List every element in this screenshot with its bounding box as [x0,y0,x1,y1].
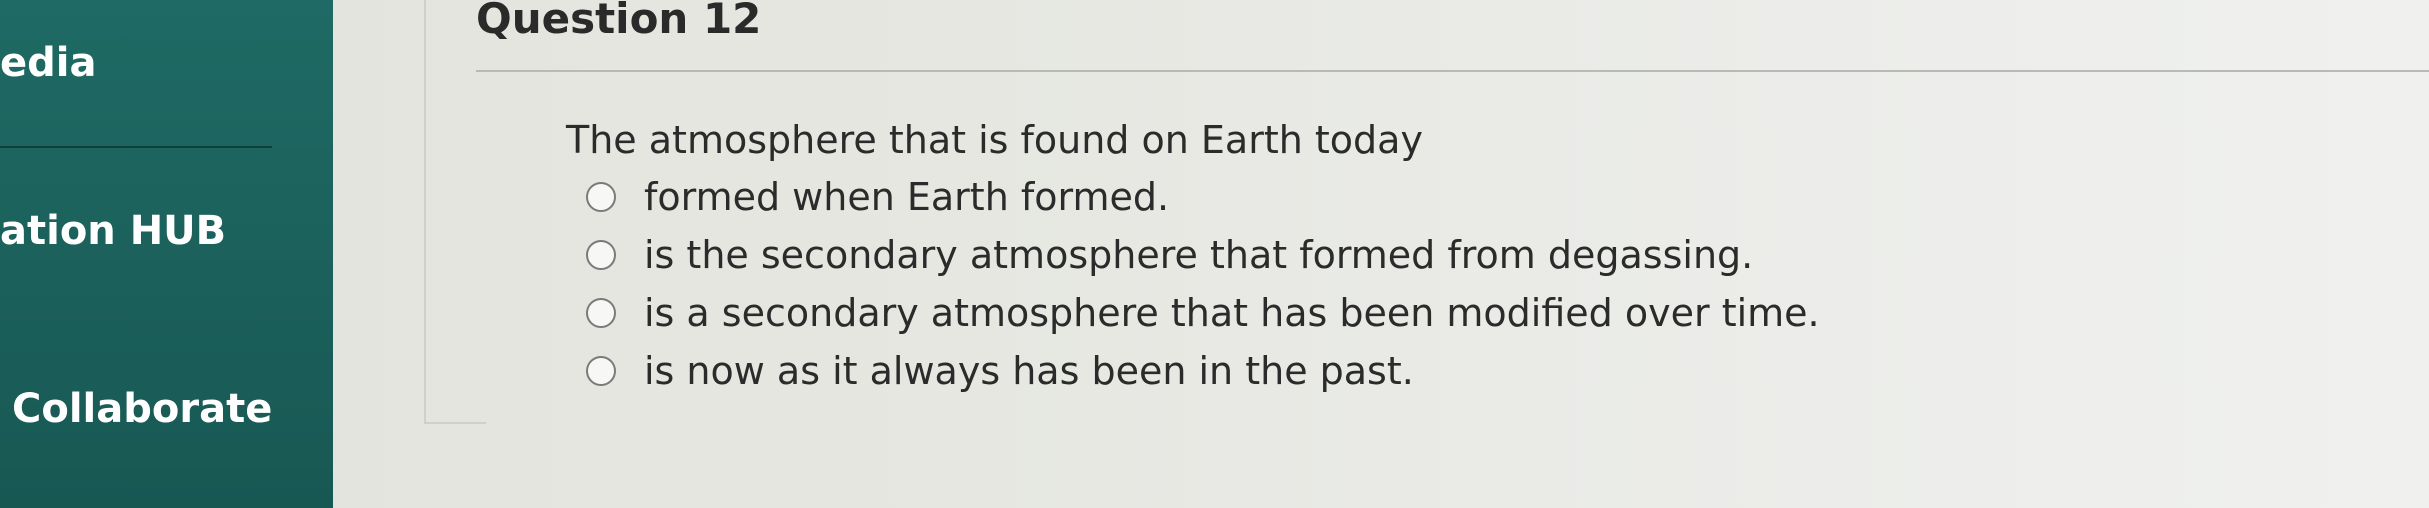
sidebar-nav: edia ation HUB Collaborate [0,0,333,508]
radio-button-icon[interactable] [586,182,616,212]
answer-option-label: is now as it always has been in the past… [644,349,1414,393]
question-header: Question 12 [476,0,2429,72]
radio-button-icon[interactable] [586,240,616,270]
answer-option-2[interactable]: is the secondary atmosphere that formed … [586,226,1820,284]
answer-option-1[interactable]: formed when Earth formed. [586,168,1820,226]
sidebar-item-collaborate[interactable]: Collaborate [12,386,272,432]
answer-option-label: is a secondary atmosphere that has been … [644,291,1820,335]
question-title: Question 12 [476,0,762,43]
answer-option-label: formed when Earth formed. [644,175,1170,219]
sidebar-item-information-hub[interactable]: ation HUB [0,208,226,254]
answer-option-3[interactable]: is a secondary atmosphere that has been … [586,284,1820,342]
answer-option-label: is the secondary atmosphere that formed … [644,233,1754,277]
answer-option-4[interactable]: is now as it always has been in the past… [586,342,1820,400]
sidebar-divider [0,146,272,148]
sidebar-item-media[interactable]: edia [0,40,96,86]
radio-button-icon[interactable] [586,298,616,328]
radio-button-icon[interactable] [586,356,616,386]
question-prompt: The atmosphere that is found on Earth to… [566,118,1423,162]
answer-options: formed when Earth formed. is the seconda… [586,168,1820,400]
